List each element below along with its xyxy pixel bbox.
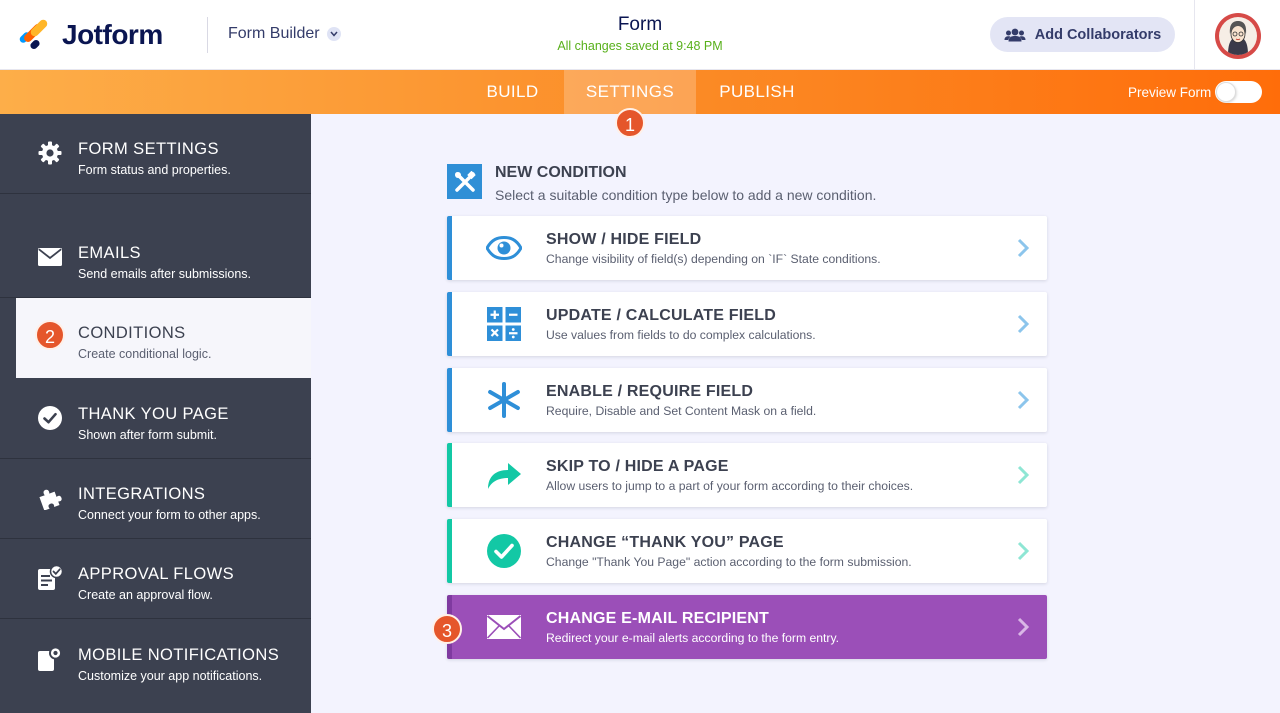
condition-description: Require, Disable and Set Content Mask on… xyxy=(546,404,817,418)
tab-build[interactable]: BUILD xyxy=(470,70,555,114)
condition-title: SKIP TO / HIDE A PAGE xyxy=(546,458,729,475)
chevron-right-icon xyxy=(1017,617,1030,637)
calculator-icon xyxy=(484,306,524,342)
puzzle-icon xyxy=(37,485,63,511)
preview-form-toggle[interactable] xyxy=(1215,81,1262,103)
chevron-right-icon xyxy=(1017,390,1030,410)
condition-description: Change "Thank You Page" action according… xyxy=(546,555,912,569)
chevron-down-icon xyxy=(326,27,341,41)
sidebar-item-title: MOBILE NOTIFICATIONS xyxy=(78,646,280,664)
new-condition-title: NEW CONDITION xyxy=(495,164,627,181)
approval-icon xyxy=(37,565,63,591)
condition-card-change-thank-you-page[interactable]: CHANGE “THANK YOU” PAGE Change "Thank Yo… xyxy=(447,519,1047,583)
tab-publish[interactable]: PUBLISH xyxy=(706,70,808,114)
form-title-block: Form All changes saved at 9:48 PM xyxy=(440,14,840,53)
mobile-notification-icon xyxy=(37,646,63,672)
jotform-logo[interactable]: Jotform xyxy=(18,18,163,52)
add-collaborators-label: Add Collaborators xyxy=(1034,26,1162,43)
brand-name: Jotform xyxy=(62,19,163,50)
avatar-illustration xyxy=(1219,17,1257,55)
condition-title: CHANGE E-MAIL RECIPIENT xyxy=(546,610,769,627)
condition-title: SHOW / HIDE FIELD xyxy=(546,231,702,248)
condition-title: CHANGE “THANK YOU” PAGE xyxy=(546,534,784,551)
sidebar-item-thank-you-page[interactable]: THANK YOU PAGE Shown after form submit. xyxy=(0,379,311,459)
condition-card-change-email-recipient[interactable]: CHANGE E-MAIL RECIPIENT Redirect your e-… xyxy=(447,595,1047,659)
chevron-right-icon xyxy=(1017,238,1030,258)
header-divider xyxy=(207,17,208,53)
condition-card-enable-require-field[interactable]: ENABLE / REQUIRE FIELD Require, Disable … xyxy=(447,368,1047,432)
add-collaborators-button[interactable]: Add Collaborators xyxy=(990,17,1175,52)
callout-badge-1: 1 xyxy=(615,108,645,138)
sidebar-item-subtitle: Connect your form to other apps. xyxy=(78,508,261,522)
builder-tabs-bar: BUILD SETTINGS PUBLISH Preview Form xyxy=(0,70,1280,114)
sidebar-item-integrations[interactable]: INTEGRATIONS Connect your form to other … xyxy=(0,459,311,539)
gear-icon xyxy=(37,140,63,166)
chevron-right-icon xyxy=(1017,465,1030,485)
sidebar-item-subtitle: Shown after form submit. xyxy=(78,428,217,442)
asterisk-icon xyxy=(484,382,524,418)
form-title[interactable]: Form xyxy=(440,14,840,36)
users-icon xyxy=(1004,28,1026,41)
new-condition-icon xyxy=(447,164,482,199)
callout-badge-2: 2 xyxy=(35,320,65,350)
envelope-icon xyxy=(484,609,524,645)
sidebar-item-emails[interactable]: EMAILS Send emails after submissions. xyxy=(0,218,311,298)
envelope-icon xyxy=(37,244,63,270)
sidebar-item-subtitle: Create conditional logic. xyxy=(78,347,212,361)
condition-card-skip-hide-page[interactable]: SKIP TO / HIDE A PAGE Allow users to jum… xyxy=(447,443,1047,507)
chevron-right-icon xyxy=(1017,541,1030,561)
sidebar-item-form-settings[interactable]: FORM SETTINGS Form status and properties… xyxy=(0,114,311,194)
sidebar-item-title: CONDITIONS xyxy=(78,324,186,342)
check-circle-icon xyxy=(37,405,63,431)
sidebar-item-title: FORM SETTINGS xyxy=(78,140,219,158)
form-builder-label: Form Builder xyxy=(228,25,320,42)
eye-icon xyxy=(484,230,524,266)
save-status: All changes saved at 9:48 PM xyxy=(557,39,723,53)
preview-form-label: Preview Form xyxy=(1128,85,1212,100)
jotform-logo-mark xyxy=(18,18,50,52)
chevron-right-icon xyxy=(1017,314,1030,334)
check-circle-icon xyxy=(484,533,524,569)
condition-card-show-hide-field[interactable]: SHOW / HIDE FIELD Change visibility of f… xyxy=(447,216,1047,280)
sidebar-item-subtitle: Create an approval flow. xyxy=(78,588,213,602)
top-header: Jotform Form Builder Form All changes sa… xyxy=(0,0,1280,70)
condition-description: Change visibility of field(s) depending … xyxy=(546,252,881,266)
sidebar-item-subtitle: Form status and properties. xyxy=(78,163,231,177)
condition-description: Redirect your e-mail alerts according to… xyxy=(546,631,840,645)
sidebar-item-title: APPROVAL FLOWS xyxy=(78,565,234,583)
sidebar-item-subtitle: Send emails after submissions. xyxy=(78,267,251,281)
condition-description: Allow users to jump to a part of your fo… xyxy=(546,479,914,493)
condition-title: UPDATE / CALCULATE FIELD xyxy=(546,307,776,324)
condition-description: Use values from fields to do complex cal… xyxy=(546,328,816,342)
sidebar-item-title: EMAILS xyxy=(78,244,141,262)
form-builder-dropdown[interactable]: Form Builder xyxy=(228,25,341,43)
toggle-knob xyxy=(1217,83,1235,101)
condition-title: ENABLE / REQUIRE FIELD xyxy=(546,383,754,400)
callout-badge-3: 3 xyxy=(432,614,462,644)
sidebar-item-title: INTEGRATIONS xyxy=(78,485,206,503)
avatar[interactable] xyxy=(1215,13,1261,59)
header-separator xyxy=(1194,0,1195,70)
condition-card-update-calculate-field[interactable]: UPDATE / CALCULATE FIELD Use values from… xyxy=(447,292,1047,356)
sidebar-item-approval-flows[interactable]: APPROVAL FLOWS Create an approval flow. xyxy=(0,539,311,619)
new-condition-subtitle: Select a suitable condition type below t… xyxy=(495,187,877,203)
sidebar-item-mobile-notifications[interactable]: MOBILE NOTIFICATIONS Customize your app … xyxy=(0,620,311,700)
sidebar-item-subtitle: Customize your app notifications. xyxy=(78,669,263,683)
skip-arrow-icon xyxy=(484,457,524,493)
sidebar-item-title: THANK YOU PAGE xyxy=(78,405,229,423)
settings-sidebar: FORM SETTINGS Form status and properties… xyxy=(0,114,311,713)
